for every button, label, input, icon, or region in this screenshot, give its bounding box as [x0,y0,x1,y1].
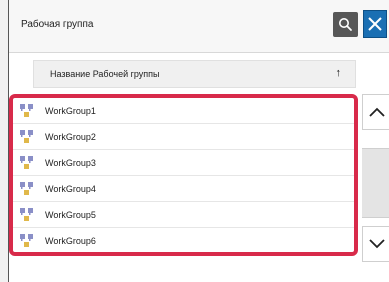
workgroup-dialog: Рабочая группа Название Рабочей группы ↑… [8,0,389,282]
workgroup-icon [20,207,33,221]
dialog-header: Рабочая группа [9,0,389,53]
scroll-up-button[interactable] [362,94,389,130]
workgroup-icon [20,129,33,143]
list-item-workgroup6[interactable]: WorkGroup6 [13,228,354,252]
scrollbar-track[interactable] [362,148,389,218]
list-item-label: WorkGroup3 [45,157,96,168]
list-item-workgroup4[interactable]: WorkGroup4 [13,176,354,202]
dialog-title: Рабочая группа [21,19,94,30]
list-item-label: WorkGroup2 [45,131,96,142]
workgroup-icon [20,234,33,247]
list-item-label: WorkGroup1 [45,105,96,116]
close-button[interactable] [363,10,387,38]
search-button[interactable] [333,12,358,37]
workgroup-icon [20,155,33,169]
close-icon [368,17,382,31]
sort-column-label: Название Рабочей группы [50,69,160,79]
list-item-workgroup3[interactable]: WorkGroup3 [13,150,354,176]
scroll-down-button[interactable] [362,226,389,262]
search-icon [339,18,352,31]
sort-ascending-icon: ↑ [335,67,342,79]
workgroup-icon [20,103,33,117]
list-item-label: WorkGroup4 [45,183,96,194]
list-item-workgroup2[interactable]: WorkGroup2 [13,124,354,150]
list-item-workgroup5[interactable]: WorkGroup5 [13,202,354,228]
list-item-label: WorkGroup5 [45,209,96,220]
workgroup-icon [20,181,33,195]
chevron-up-icon [368,107,385,117]
list-item-workgroup1[interactable]: WorkGroup1 [13,98,354,124]
chevron-down-icon [368,239,385,249]
workgroup-list: WorkGroup1 WorkGroup2 WorkGroup3 WorkGro… [9,94,358,256]
sort-by-name-button[interactable]: Название Рабочей группы ↑ [33,60,356,88]
list-item-label: WorkGroup6 [45,236,96,246]
